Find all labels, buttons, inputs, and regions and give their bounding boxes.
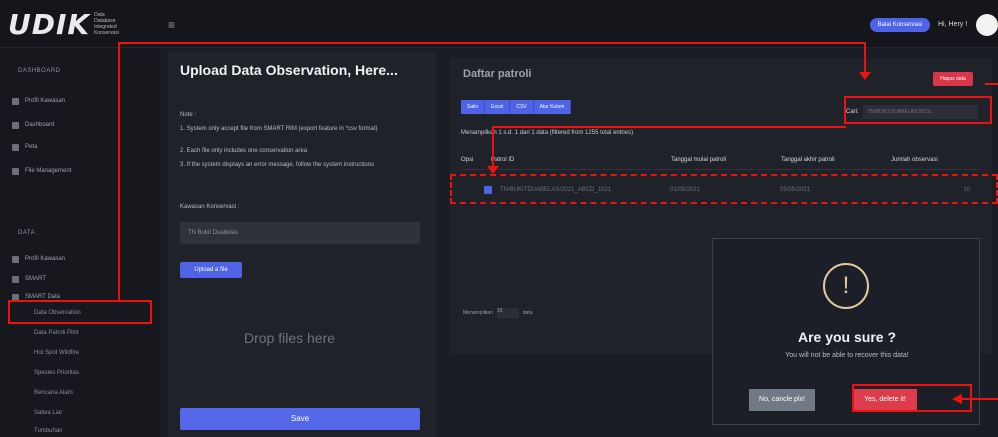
- column-header[interactable]: Tanggal mulai patroli: [671, 157, 781, 163]
- sidebar-subitem[interactable]: Spesies Prioritas: [34, 370, 79, 376]
- length-suffix: data: [522, 310, 533, 316]
- annotation-box-row: [450, 174, 998, 204]
- column-header[interactable]: Patrol ID: [491, 157, 671, 163]
- sidebar-item[interactable]: Peta: [12, 140, 37, 154]
- annotation-line: [962, 398, 998, 400]
- list-title: Daftar patroli: [463, 68, 532, 80]
- dropzone-text[interactable]: Drop files here: [244, 330, 335, 346]
- profile-icon: [12, 97, 19, 105]
- column-header[interactable]: Tanggal akhir patroli: [781, 157, 891, 163]
- page-length: Menampilkan 10 data: [463, 308, 532, 318]
- arrow-left-icon: [952, 394, 962, 404]
- sidebar-item-label: Profil Kawasan: [25, 98, 66, 104]
- length-select[interactable]: 10: [496, 308, 519, 318]
- confirm-delete-button[interactable]: Yes, delete it!: [853, 389, 917, 411]
- field-label: Kawasan Konservasi :: [180, 204, 240, 210]
- menu-toggle-icon[interactable]: ≡: [168, 18, 175, 32]
- note-label: Note :: [180, 112, 197, 118]
- sidebar-subitem-active[interactable]: Data Observation: [34, 310, 81, 316]
- user-greeting: Hi, Hery !: [938, 21, 968, 28]
- copy-button[interactable]: Salin: [461, 100, 486, 114]
- profile-icon: [12, 255, 19, 263]
- folder-icon: [12, 167, 19, 175]
- data-icon: [12, 293, 19, 301]
- logo-text: UDIK: [8, 7, 91, 41]
- logo: UDIK Data Database Integrated Konservasi: [8, 7, 120, 41]
- table-info: Menampilkan 1 s.d. 1 dari 1 data (filter…: [461, 130, 634, 136]
- topbar: UDIK Data Database Integrated Konservasi…: [0, 0, 998, 48]
- role-badge[interactable]: Balai Konservasi: [870, 18, 930, 32]
- annotation-line: [985, 83, 998, 85]
- dashboard-icon: [12, 121, 19, 129]
- table-header: Opsi Patrol ID Tanggal mulai patroli Tan…: [461, 150, 981, 170]
- column-header[interactable]: Jumlah observasi: [891, 157, 981, 163]
- sidebar-item-label: Peta: [25, 144, 38, 150]
- annotation-line: [864, 42, 866, 74]
- export-toolbar: Salin Excel CSV Atur Kolom: [461, 100, 572, 114]
- dialog-text: You will not be able to recover this dat…: [785, 352, 909, 359]
- length-label: Menampilkan: [463, 310, 493, 316]
- sidebar-subitem[interactable]: Hot Spot Wildfire: [34, 350, 79, 356]
- sidebar-item[interactable]: Dashboard: [12, 118, 54, 132]
- save-button[interactable]: Save: [180, 408, 420, 430]
- note-line: 2. Each file only includes one conservat…: [180, 148, 308, 154]
- annotation-line: [118, 44, 120, 300]
- sidebar-item[interactable]: Profil Kawasan: [12, 94, 65, 108]
- sidebar-item-label: Profil Kawasan: [25, 256, 66, 262]
- sidebar-section-head: DATA: [18, 230, 36, 236]
- csv-button[interactable]: CSV: [510, 100, 534, 114]
- upload-title: Upload Data Observation, Here...: [180, 62, 398, 78]
- search-input[interactable]: TN/BUKITDUABELAS/2021/...: [862, 105, 978, 119]
- sidebar-item-label: File Management: [25, 168, 72, 174]
- sidebar-item-label: Dashboard: [25, 122, 55, 128]
- confirm-dialog: ! Are you sure ? You will not be able to…: [712, 238, 980, 425]
- smart-icon: [12, 275, 19, 283]
- delete-data-button[interactable]: Hapus data: [933, 72, 973, 86]
- sidebar: DASHBOARD Profil Kawasan Dashboard Peta …: [0, 48, 160, 437]
- annotation-line: [492, 126, 846, 128]
- sidebar-item[interactable]: Profil Kawasan: [12, 252, 65, 266]
- sidebar-item[interactable]: SMART: [12, 272, 46, 286]
- sidebar-subitem[interactable]: Satwa Liar: [34, 410, 62, 416]
- search-label: Cari:: [846, 109, 859, 115]
- sidebar-item[interactable]: File Management: [12, 164, 71, 178]
- column-header[interactable]: Opsi: [461, 157, 491, 163]
- sidebar-section-head: DASHBOARD: [18, 68, 61, 74]
- kawasan-select[interactable]: TN Bukit Duabelas: [180, 222, 420, 244]
- annotation-line: [492, 126, 494, 168]
- cancel-button[interactable]: No, cancle plx!: [749, 389, 815, 411]
- upload-panel: Upload Data Observation, Here... Note : …: [168, 52, 436, 437]
- arrow-down-icon: [487, 166, 499, 174]
- arrow-down-icon: [859, 72, 871, 80]
- logo-subtext: Data Database Integrated Konservasi: [94, 12, 119, 36]
- sidebar-item-label: SMART Data: [25, 294, 61, 300]
- sidebar-subitem[interactable]: Data Patroli Pilot: [34, 330, 79, 336]
- search: Cari: TN/BUKITDUABELAS/2021/...: [846, 102, 978, 122]
- dialog-title: Are you sure ?: [797, 329, 897, 345]
- sidebar-subitem[interactable]: Bencana Alam: [34, 390, 73, 396]
- note-line: 1. System only accept file from SMART RI…: [180, 126, 378, 132]
- annotation-line: [118, 42, 866, 44]
- avatar[interactable]: [976, 14, 998, 36]
- upload-file-button[interactable]: Upload a file: [180, 262, 242, 278]
- warning-icon: !: [823, 263, 869, 309]
- sidebar-item-label: SMART: [25, 276, 46, 282]
- map-icon: [12, 143, 19, 151]
- sidebar-subitem[interactable]: Tumbuhan: [34, 428, 62, 434]
- note-line: 3. If the system displays an error messa…: [180, 162, 375, 168]
- sidebar-item[interactable]: SMART Data: [12, 290, 60, 304]
- excel-button[interactable]: Excel: [485, 100, 511, 114]
- columns-button[interactable]: Atur Kolom: [533, 100, 572, 114]
